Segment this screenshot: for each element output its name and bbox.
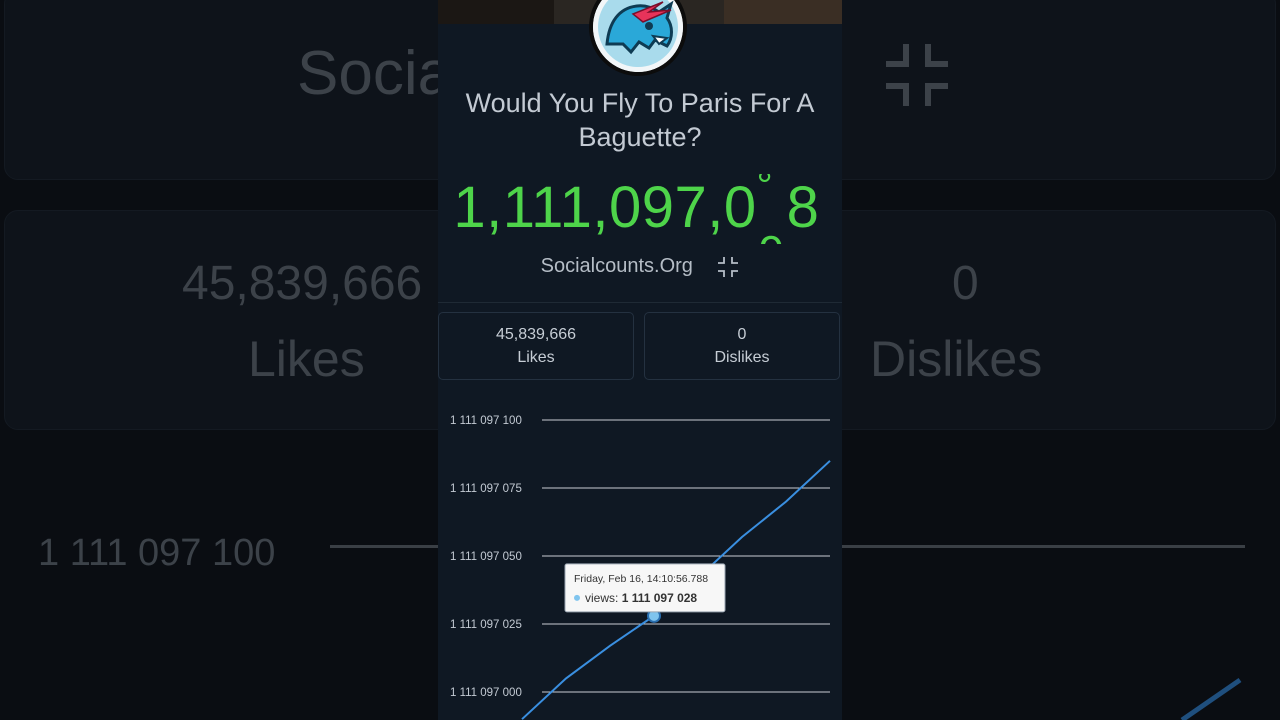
rolling-digit-small: ° [756,174,774,208]
likes-count: 45,839,666 [495,326,577,343]
bg-likes-value: 45,839,666 [182,257,423,310]
chart-tooltip-value: views: 1 111 097 028 [585,591,697,605]
view-counter: 1,111,097,0° 89 [438,174,842,244]
compress-icon[interactable] [717,256,739,278]
bg-likes-label: Likes [248,331,365,387]
source-name[interactable]: Socialcounts.Org [541,255,693,277]
header-divider [438,302,842,303]
bg-series-line [1180,677,1242,720]
chart-y-tick-label: 1 111 097 075 [450,483,522,495]
chart-y-tick-label: 1 111 097 050 [450,551,522,563]
dislikes-card: 0 Dislikes [644,312,840,380]
chart-y-tick-label: 1 111 097 025 [450,619,522,631]
chart-y-tick-label: 1 111 097 000 [450,687,522,699]
likes-label: Likes [517,349,555,366]
view-counter-static: 1,111,097,0 [453,175,757,240]
source-row: Socialcounts.Org [438,255,842,285]
dislikes-count: 0 [737,326,747,343]
view-counter-rolling-digits: ° 89 [756,174,827,244]
channel-avatar[interactable] [589,0,687,76]
bg-brand-text: Socia [297,39,453,108]
video-title: Would You Fly To Paris For A Baguette? [465,88,815,152]
rolling-digit-bottom: 9 [759,218,785,244]
views-line-chart[interactable]: 1 111 097 100 1 111 097 075 1 111 097 050 1… [438,390,842,720]
rolling-digit-top: 8 [786,175,820,240]
chart-tooltip-date: Friday, Feb 16, 14:10:56.788 [574,573,708,585]
bg-compress-icon [886,44,948,106]
bg-dislikes-label: Dislikes [870,331,1043,387]
chart-y-tick-label: 1 111 097 100 [450,415,522,427]
bg-axis-tick: 1 111 097 100 [38,532,276,574]
bg-dislikes-value: 0 [952,257,979,310]
chart-tooltip: Friday, Feb 16, 14:10:56.788 views: 1 111… [564,563,726,613]
dislikes-label: Dislikes [714,349,770,366]
mrbeast-logo-icon [593,0,683,72]
video-stats-panel: Would You Fly To Paris For A Baguette? 1… [438,0,842,720]
likes-card: 45,839,666 Likes [438,312,634,380]
chart-tooltip-series-dot [574,594,580,601]
